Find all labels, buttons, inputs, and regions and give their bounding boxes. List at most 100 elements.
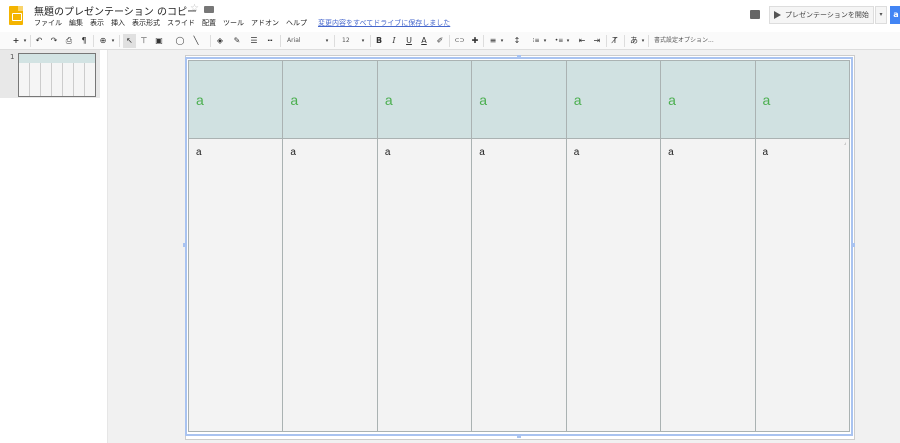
- menu-file[interactable]: ファイル: [34, 18, 62, 30]
- toolbar-divider: [449, 35, 450, 47]
- menu-help[interactable]: ヘルプ: [286, 18, 307, 30]
- table-body-cell[interactable]: a: [565, 138, 662, 432]
- present-dropdown-button[interactable]: ▾: [875, 6, 887, 24]
- font-size-select[interactable]: 12: [342, 35, 357, 47]
- line-icon[interactable]: ╲: [190, 34, 202, 48]
- border-color-icon[interactable]: ✎: [231, 34, 243, 48]
- toolbar-divider: [624, 35, 625, 47]
- decrease-indent-icon[interactable]: ⇤: [576, 34, 588, 48]
- table-body-cell[interactable]: a: [187, 138, 284, 432]
- toolbar-divider: [483, 35, 484, 47]
- table-body-cell[interactable]: a: [282, 138, 378, 432]
- table-body-cell[interactable]: a: [660, 138, 756, 432]
- align-dropdown-icon[interactable]: ▾: [499, 34, 505, 48]
- bulleted-list-dropdown-icon[interactable]: ▾: [565, 34, 571, 48]
- text-color-button[interactable]: A: [418, 34, 430, 48]
- align-icon[interactable]: ≡: [487, 34, 499, 48]
- table-header-row: a a a a a a a: [187, 60, 851, 139]
- zoom-icon[interactable]: ⊕: [97, 34, 109, 48]
- slide-number: 1: [10, 53, 15, 61]
- increase-indent-icon[interactable]: ⇥: [591, 34, 603, 48]
- menu-edit[interactable]: 編集: [69, 18, 83, 30]
- slide-table[interactable]: a a a a a a a a a a a a a a: [187, 60, 851, 432]
- table-header-cell[interactable]: a: [565, 60, 662, 139]
- table-header-cell[interactable]: a: [660, 60, 756, 139]
- menu-slide[interactable]: スライド: [167, 18, 195, 30]
- menu-view[interactable]: 表示: [90, 18, 104, 30]
- toolbar-divider: [648, 35, 649, 47]
- menu-addons[interactable]: アドオン: [251, 18, 279, 30]
- star-icon[interactable]: ☆: [190, 3, 199, 14]
- font-size-dropdown-icon[interactable]: ▾: [360, 34, 366, 48]
- resize-handle-top[interactable]: [517, 55, 521, 59]
- font-dropdown-icon[interactable]: ▾: [324, 34, 330, 48]
- paint-format-icon[interactable]: ¶: [78, 34, 90, 48]
- font-family-select[interactable]: Arial: [287, 35, 327, 47]
- highlight-icon[interactable]: ✐: [434, 34, 446, 48]
- resize-handle-bottom[interactable]: [517, 434, 521, 438]
- zoom-dropdown-icon[interactable]: ▾: [110, 34, 116, 48]
- redo-icon[interactable]: ↷: [48, 34, 60, 48]
- toolbar-divider: [119, 35, 120, 47]
- table-body-cell[interactable]: a: [376, 138, 473, 432]
- slides-logo-icon[interactable]: [9, 6, 23, 25]
- print-icon[interactable]: ⎙: [63, 34, 75, 48]
- resize-handle-right[interactable]: [851, 243, 855, 247]
- image-icon[interactable]: ▣: [153, 34, 165, 48]
- toolbar: + ▾ ↶ ↷ ⎙ ¶ ⊕ ▾ ↖ ⊤ ▣ ◯ ╲ ◈ ✎ ☰ ┅ Arial …: [0, 32, 900, 50]
- folder-icon[interactable]: [204, 6, 214, 13]
- thumbnail-header-row: [19, 54, 95, 63]
- table-body-row: a a a a a a a: [187, 138, 851, 432]
- comments-icon[interactable]: [750, 10, 760, 19]
- format-options-button[interactable]: 書式設定オプション...: [654, 35, 724, 47]
- slide-thumbnail[interactable]: [18, 53, 96, 97]
- italic-button[interactable]: I: [388, 34, 400, 48]
- underline-button[interactable]: U: [403, 34, 415, 48]
- new-slide-button[interactable]: +: [10, 34, 22, 48]
- border-dash-icon[interactable]: ┅: [264, 34, 276, 48]
- table-header-cell[interactable]: a: [754, 60, 851, 139]
- document-title[interactable]: 無題のプレゼンテーション のコピー: [34, 3, 197, 18]
- toolbar-divider: [370, 35, 371, 47]
- table-header-cell[interactable]: a: [282, 60, 378, 139]
- select-tool-icon[interactable]: ↖: [123, 34, 136, 48]
- slide-filmstrip: 1: [0, 50, 108, 443]
- line-spacing-icon[interactable]: ↕: [511, 34, 523, 48]
- border-weight-icon[interactable]: ☰: [248, 34, 260, 48]
- play-icon: [774, 11, 781, 19]
- input-tools-icon[interactable]: あ: [628, 34, 640, 48]
- input-tools-dropdown-icon[interactable]: ▾: [640, 34, 646, 48]
- link-icon[interactable]: ⊂⊃: [453, 34, 466, 48]
- resize-handle-left[interactable]: [183, 243, 187, 247]
- fill-color-icon[interactable]: ◈: [214, 34, 226, 48]
- bulleted-list-icon[interactable]: •≡: [553, 34, 565, 48]
- menu-arrange[interactable]: 配置: [202, 18, 216, 30]
- textbox-icon[interactable]: ⊤: [138, 34, 150, 48]
- slide-thumbnail-selected[interactable]: 1: [0, 50, 100, 98]
- menu-bar: ファイル 編集 表示 挿入 表示形式 スライド 配置 ツール アドオン ヘルプ …: [34, 18, 450, 30]
- share-button[interactable]: a: [890, 6, 900, 24]
- comment-icon[interactable]: ✚: [469, 34, 481, 48]
- toolbar-divider: [334, 35, 335, 47]
- cell-corner-mark-icon: ⌟: [844, 140, 847, 146]
- title-bar: 無題のプレゼンテーション のコピー ☆ ファイル 編集 表示 挿入 表示形式 ス…: [0, 0, 900, 32]
- save-status-link[interactable]: 変更内容をすべてドライブに保存しました: [318, 18, 450, 30]
- menu-format[interactable]: 表示形式: [132, 18, 160, 30]
- new-slide-layout-icon[interactable]: ▾: [22, 34, 28, 48]
- numbered-list-dropdown-icon[interactable]: ▾: [542, 34, 548, 48]
- undo-icon[interactable]: ↶: [33, 34, 45, 48]
- toolbar-divider: [606, 35, 607, 47]
- table-header-cell[interactable]: a: [376, 60, 473, 139]
- table-body-cell[interactable]: a: [471, 138, 567, 432]
- table-header-cell[interactable]: a: [187, 60, 284, 139]
- bold-button[interactable]: B: [373, 34, 385, 48]
- menu-insert[interactable]: 挿入: [111, 18, 125, 30]
- menu-tools[interactable]: ツール: [223, 18, 244, 30]
- shape-icon[interactable]: ◯: [174, 34, 186, 48]
- table-header-cell[interactable]: a: [471, 60, 567, 139]
- present-button[interactable]: プレゼンテーションを開始: [769, 6, 874, 24]
- clear-format-icon[interactable]: T̸: [609, 34, 621, 48]
- toolbar-divider: [30, 35, 31, 47]
- table-body-cell[interactable]: a: [754, 138, 851, 432]
- numbered-list-icon[interactable]: ⁝≡: [530, 34, 542, 48]
